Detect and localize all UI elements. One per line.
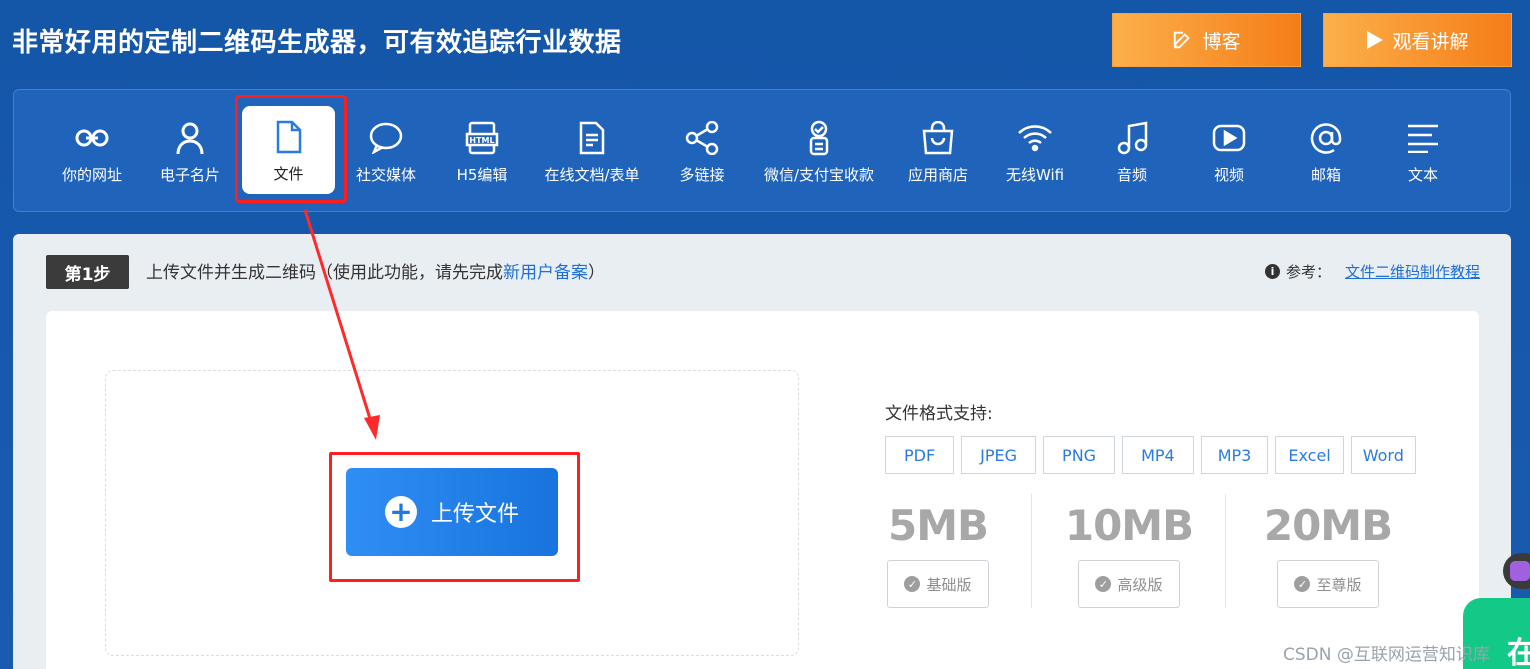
tab-label: 在线文档/表单 xyxy=(544,166,640,184)
tab-h5-editor[interactable]: HTML H5编辑 xyxy=(432,90,532,213)
tab-label: 无线Wifi xyxy=(1005,166,1065,184)
watch-explanation-button[interactable]: 观看讲解 xyxy=(1323,13,1512,67)
format-tag: PNG xyxy=(1043,436,1116,474)
format-tag: MP4 xyxy=(1122,436,1194,474)
register-link[interactable]: 新用户备案 xyxy=(503,263,588,283)
tier-basic: 5MB ✓ 基础版 xyxy=(843,496,1033,608)
shopping-bag-icon xyxy=(922,121,954,155)
upload-button-label: 上传文件 xyxy=(430,502,519,527)
step-description: 上传文件并生成二维码（使用此功能，请先完成新用户备案） xyxy=(146,258,605,283)
format-tag: MP3 xyxy=(1200,436,1269,474)
plus-icon: + xyxy=(384,496,417,528)
check-icon: ✓ xyxy=(904,576,921,592)
tab-wifi[interactable]: 无线Wifi xyxy=(985,90,1085,213)
chat-bubble-icon xyxy=(369,122,403,154)
wifi-icon xyxy=(1018,125,1052,152)
tab-multi-link[interactable]: 多链接 xyxy=(652,90,752,213)
site-title: 非常好用的定制二维码生成器，可有效追踪行业数据 xyxy=(12,28,622,58)
tab-label: 音频 xyxy=(1116,166,1147,184)
info-icon: i xyxy=(1264,264,1280,279)
text-lines-icon xyxy=(1408,124,1438,153)
step-text: 上传文件并生成二维码（使用此功能，请先完成 xyxy=(146,263,503,283)
tier-advanced-button[interactable]: ✓ 高级版 xyxy=(1078,560,1180,608)
tier-name: 高级版 xyxy=(1117,575,1163,594)
format-tag: PDF xyxy=(885,436,955,474)
html-icon: HTML xyxy=(465,121,499,155)
tab-text[interactable]: 文本 xyxy=(1373,90,1473,213)
format-tag: JPEG xyxy=(961,436,1037,474)
tier-name: 至尊版 xyxy=(1316,575,1362,594)
chat-icon xyxy=(1510,561,1530,581)
watch-explanation-label: 观看讲解 xyxy=(1392,30,1469,53)
tab-video[interactable]: 视频 xyxy=(1179,90,1279,213)
tab-label: 电子名片 xyxy=(159,166,220,184)
svg-text:HTML: HTML xyxy=(469,136,494,145)
tutorial-link[interactable]: 文件二维码制作教程 xyxy=(1345,261,1480,282)
share-icon xyxy=(685,121,719,155)
tab-email[interactable]: 邮箱 xyxy=(1276,90,1376,213)
tab-label: 邮箱 xyxy=(1310,166,1341,184)
tab-app-store[interactable]: 应用商店 xyxy=(888,90,988,213)
tier-size: 20MB xyxy=(1263,501,1393,550)
upload-panel: + 上传文件 文件格式支持: PDF JPEG PNG MP4 MP3 Exce… xyxy=(46,311,1479,669)
link-icon xyxy=(75,129,109,147)
tier-size: 10MB xyxy=(1064,501,1194,550)
tab-file[interactable]: 文件 xyxy=(242,106,335,194)
formats-label: 文件格式支持: xyxy=(885,404,993,424)
tab-label: 文件 xyxy=(273,164,304,183)
tier-name: 基础版 xyxy=(926,575,972,594)
tab-audio[interactable]: 音频 xyxy=(1082,90,1182,213)
tab-online-doc[interactable]: 在线文档/表单 xyxy=(530,90,654,213)
tab-label: H5编辑 xyxy=(456,166,508,184)
check-icon: ✓ xyxy=(1095,576,1112,592)
reference: i 参考： 文件二维码制作教程 xyxy=(1264,261,1480,282)
blog-button-label: 博客 xyxy=(1202,30,1241,53)
file-icon xyxy=(276,120,301,153)
tab-url[interactable]: 你的网址 xyxy=(42,90,142,213)
blog-button[interactable]: 博客 xyxy=(1112,13,1301,67)
person-icon xyxy=(176,122,204,155)
format-list: PDF JPEG PNG MP4 MP3 Excel Word xyxy=(885,436,1416,474)
file-dropzone[interactable]: + 上传文件 xyxy=(105,370,799,656)
tier-advanced: 10MB ✓ 高级版 xyxy=(1034,496,1224,608)
qr-type-tabbar: 你的网址 电子名片 社交媒体 HTML H5编辑 在线文档/表单 多链接 微信/… xyxy=(13,89,1511,212)
edit-icon xyxy=(1174,31,1191,49)
tab-label: 文本 xyxy=(1407,166,1438,184)
tab-label: 社交媒体 xyxy=(355,166,416,184)
divider xyxy=(1031,494,1032,608)
tab-label: 微信/支付宝收款 xyxy=(763,166,875,184)
tab-label: 你的网址 xyxy=(61,166,122,184)
play-triangle-icon xyxy=(1367,31,1384,49)
tab-label: 多链接 xyxy=(679,166,725,184)
divider xyxy=(1225,494,1226,608)
tab-business-card[interactable]: 电子名片 xyxy=(140,90,240,213)
payment-icon xyxy=(809,120,829,156)
step-badge: 第1步 xyxy=(46,255,129,289)
tier-premium: 20MB ✓ 至尊版 xyxy=(1233,496,1423,608)
watermark: CSDN @互联网运营知识库 xyxy=(1283,645,1490,665)
format-tag: Excel xyxy=(1275,436,1344,474)
step-text-end: ） xyxy=(588,263,605,283)
tab-social-media[interactable]: 社交媒体 xyxy=(336,90,436,213)
tab-label: 应用商店 xyxy=(907,166,968,184)
document-icon xyxy=(579,121,605,155)
play-icon xyxy=(1212,124,1246,152)
upload-file-button[interactable]: + 上传文件 xyxy=(346,468,558,556)
tab-payment[interactable]: 微信/支付宝收款 xyxy=(754,90,884,213)
tier-size: 5MB xyxy=(887,501,989,550)
tier-premium-button[interactable]: ✓ 至尊版 xyxy=(1277,560,1379,608)
check-icon: ✓ xyxy=(1294,576,1311,592)
format-tag: Word xyxy=(1350,436,1416,474)
main-content: 第1步 上传文件并生成二维码（使用此功能，请先完成新用户备案） i 参考： 文件… xyxy=(13,234,1511,669)
music-icon xyxy=(1117,121,1148,155)
reference-label: 参考： xyxy=(1285,263,1331,281)
tab-label: 视频 xyxy=(1213,166,1244,184)
tier-basic-button[interactable]: ✓ 基础版 xyxy=(887,560,989,608)
at-icon xyxy=(1310,123,1342,154)
